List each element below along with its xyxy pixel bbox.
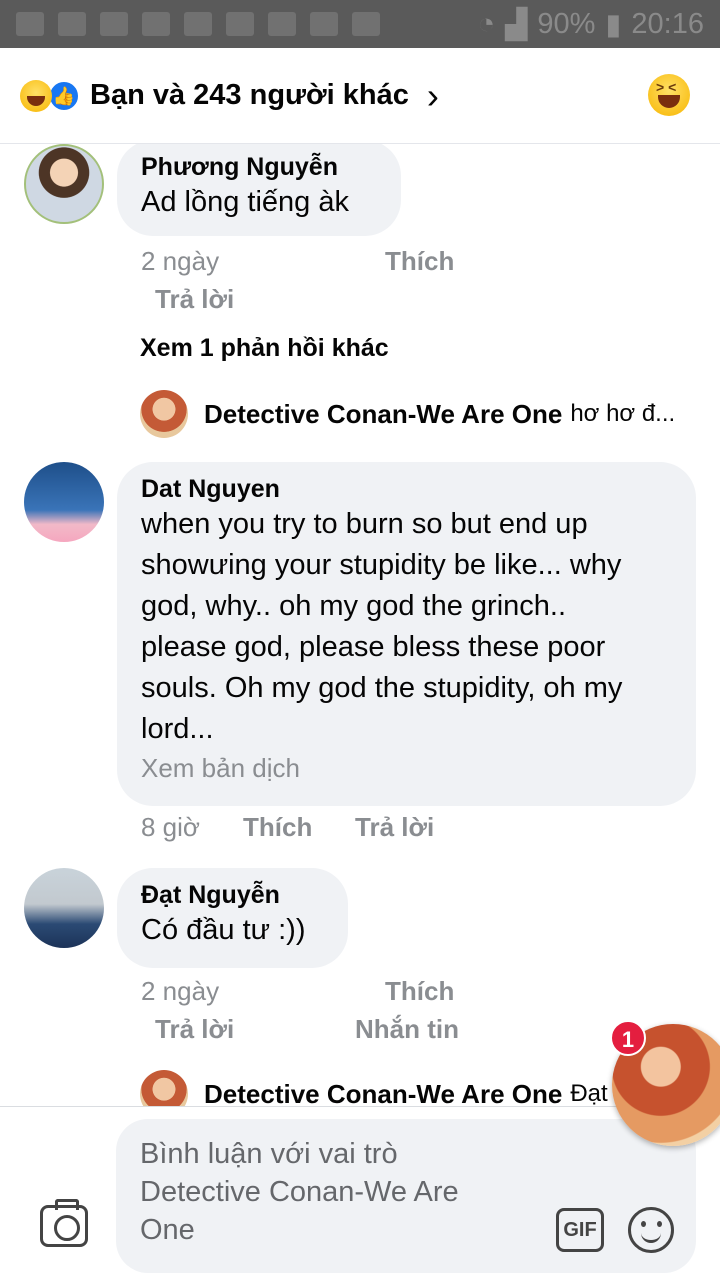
comment-text: Ad lồng tiếng àk <box>141 186 349 218</box>
battery-percent: 90% <box>537 7 596 40</box>
chevron-right-icon[interactable]: › <box>427 75 439 117</box>
like-reaction-icon: 👍 <box>48 79 80 112</box>
avatar[interactable] <box>140 390 188 438</box>
reply-author[interactable]: Detective Conan-We Are One <box>204 399 562 430</box>
comment-text: Có đầu tư :)) <box>141 914 306 946</box>
comment-placeholder-line: Bình luận với vai trò <box>140 1138 398 1170</box>
reply-author[interactable]: Detective Conan-We Are One <box>204 1079 562 1107</box>
chat-head-badge: 1 <box>610 1020 646 1056</box>
comment-text-line: souls. Oh my god the stupidity, oh my <box>141 672 623 704</box>
avatar[interactable] <box>24 868 104 948</box>
comments-list[interactable]: Phương Nguyễn Ad lồng tiếng àk 2 ngày Th… <box>0 144 720 1106</box>
haha-reaction-button-icon[interactable] <box>648 74 690 116</box>
mail-icon <box>352 12 380 36</box>
avatar[interactable] <box>140 1070 188 1106</box>
notification-icon <box>142 12 170 36</box>
reply-button[interactable]: Trả lời <box>355 812 434 843</box>
reactions-header[interactable]: 👍 Bạn và 243 người khác › <box>0 48 720 144</box>
haha-reaction-icon <box>20 79 52 112</box>
reply-button[interactable]: Trả lời <box>155 284 234 315</box>
status-bar: ◔ ▟ 90% ▮ 20:16 <box>0 0 720 48</box>
comment-timestamp: 2 ngày <box>141 976 220 1006</box>
reaction-summary-icons: 👍 <box>20 79 80 112</box>
see-translation-link[interactable]: Xem bản dịch <box>141 750 672 786</box>
signal-icon: ▟ <box>505 8 528 41</box>
message-button[interactable]: Nhắn tin <box>355 1014 459 1045</box>
comment-text-line: please god, please bless these poor <box>141 631 606 663</box>
comment-text-line: showưing your stupidity be like... why <box>141 549 622 581</box>
comment-text-line: lord... <box>141 713 214 745</box>
view-more-replies-link[interactable]: Xem 1 phản hồi khác <box>140 334 389 363</box>
like-button[interactable]: Thích <box>385 976 454 1007</box>
comment-author[interactable]: Đạt Nguyễn <box>141 880 324 910</box>
notification-icon <box>100 12 128 36</box>
clock: 20:16 <box>631 7 704 40</box>
comment-bubble[interactable]: Đạt Nguyễn Có đầu tư :)) <box>117 868 348 968</box>
comment-input[interactable]: Bình luận với vai trò Detective Conan-We… <box>116 1119 696 1273</box>
comment-bubble[interactable]: Dat Nguyen when you try to burn so but e… <box>117 462 696 806</box>
twitter-icon <box>226 12 254 36</box>
comment-bubble[interactable]: Phương Nguyễn Ad lồng tiếng àk <box>117 144 401 236</box>
messenger-icon <box>184 12 212 36</box>
comment-author[interactable]: Phương Nguyễn <box>141 152 377 182</box>
like-button[interactable]: Thích <box>243 812 312 843</box>
comment-timestamp: 8 giờ <box>141 812 200 842</box>
comment-timestamp: 2 ngày <box>141 246 220 276</box>
comment-placeholder-line: Detective Conan-We Are <box>140 1176 459 1208</box>
reply-preview[interactable]: Detective Conan-We Are One hơ hơ đ... <box>140 390 700 438</box>
gif-icon[interactable]: GIF <box>556 1208 604 1252</box>
notification-icon <box>16 12 44 36</box>
avatar[interactable] <box>24 144 104 224</box>
emoji-icon[interactable] <box>628 1207 674 1253</box>
avatar[interactable] <box>24 462 104 542</box>
battery-icon: ▮ <box>605 8 622 41</box>
comment-author[interactable]: Dat Nguyen <box>141 474 672 504</box>
comment-text-line: when you try to burn so but end up <box>141 508 588 540</box>
comment-text-line: god, why.. oh my god the grinch.. <box>141 590 567 622</box>
reply-snippet: Đạt <box>570 1080 608 1106</box>
check-icon <box>268 12 296 36</box>
image-icon <box>310 12 338 36</box>
reply-button[interactable]: Trả lời <box>155 1014 234 1045</box>
reactions-count-text[interactable]: Bạn và 243 người khác <box>90 79 409 112</box>
notification-icon <box>58 12 86 36</box>
like-button[interactable]: Thích <box>385 246 454 277</box>
camera-icon[interactable] <box>40 1199 88 1247</box>
comment-composer: Bình luận với vai trò Detective Conan-We… <box>0 1106 720 1280</box>
reply-snippet: hơ hơ đ... <box>570 400 676 427</box>
notification-icons <box>16 12 380 36</box>
wifi-icon: ◔ <box>477 7 496 40</box>
